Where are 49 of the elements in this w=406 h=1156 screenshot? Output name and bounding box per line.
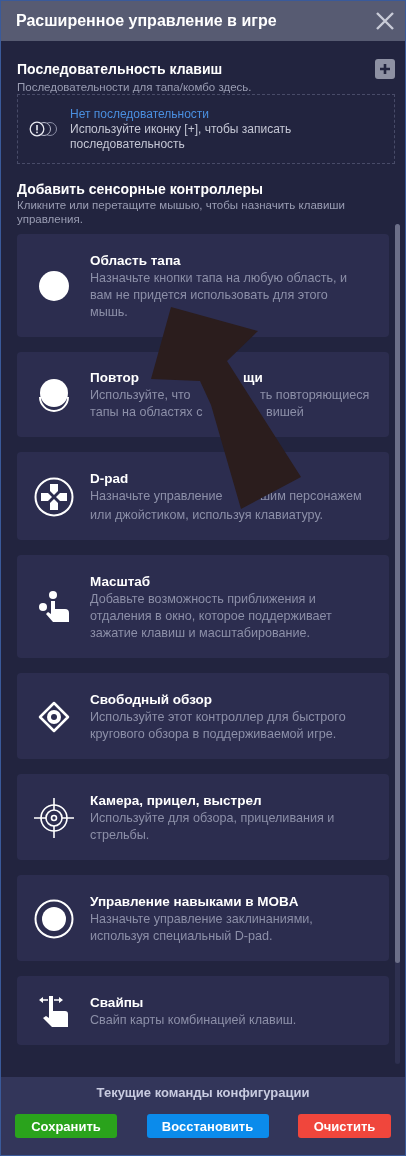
- section-subtitle: Последовательности для тапа/комбо здесь.: [17, 80, 253, 94]
- window-title: Расширенное управление в игре: [16, 12, 277, 30]
- controller-title: Повтор: [90, 369, 139, 387]
- controller-description: Добавьте возможность приближения и отдаления в окно, которое поддерживает зажатие клавиш и масштабирование.: [90, 591, 333, 642]
- controller-description: Используйте для обзора, прицеливания и стрельбы.: [90, 810, 336, 844]
- controller-card[interactable]: Управление навыками в MOBA Назначьте управление заклинаниями, используя специальный D-pad.: [17, 875, 389, 961]
- eye-icon: [37, 700, 70, 733]
- controller-title: щи: [243, 369, 263, 387]
- footer-title: Текущие команды конфигурации: [96, 1085, 310, 1100]
- controller-title: Свайпы: [90, 995, 144, 1010]
- controller-title: Управление навыками в MOBA: [90, 894, 299, 909]
- swipe-hand-icon: [37, 994, 70, 1028]
- controller-title: Свободный обзор: [90, 692, 213, 707]
- controller-title: Камера, прицел, выстрел: [90, 793, 262, 808]
- stacked-circle-icon: [38, 378, 69, 412]
- clear-button[interactable]: Очистить: [298, 1114, 391, 1138]
- dpad-icon: [33, 476, 74, 517]
- close-icon[interactable]: [375, 11, 395, 31]
- target-circle-icon: [33, 898, 74, 939]
- controller-description: Назначьте кнопки тапа на любую область, и вам не придется использовать для этого мышь.: [90, 270, 349, 321]
- controller-description: Используйте, что: [90, 387, 191, 404]
- section-title: Последовательность клавиш: [17, 61, 223, 77]
- controller-description: Назначьте управление: [90, 488, 223, 505]
- section-subtitle: Кликните или перетащите мышью, чтобы назначить клавиши управления.: [17, 198, 346, 226]
- warning-icon: [28, 121, 58, 137]
- controller-description: Используйте этот контроллер для быстрого кругового обзора в поддерживаемой игре.: [90, 709, 347, 743]
- controller-card[interactable]: Камера, прицел, выстрел Используйте для обзора, прицеливания и стрельбы.: [17, 774, 389, 860]
- controller-description: тапы на областях с: [90, 404, 203, 421]
- section-title: Добавить сенсорные контроллеры: [17, 181, 265, 197]
- circle-icon: [38, 271, 69, 301]
- scrollbar[interactable]: [395, 224, 400, 1064]
- controller-description: Свайп карты комбинацией клавиш.: [90, 1012, 298, 1029]
- controller-title: Область тапа: [90, 253, 181, 268]
- add-icon[interactable]: [375, 59, 395, 79]
- pinch-hand-icon: [36, 590, 71, 624]
- empty-state-title: Нет последовательности: [70, 106, 211, 122]
- empty-state-hint: Используйте иконку [+], чтобы записать последовательность: [70, 121, 293, 152]
- controller-title: D-pad: [90, 471, 129, 486]
- controller-description: Назначьте управление заклинаниями, используя специальный D-pad.: [90, 911, 314, 945]
- controller-description: вишей: [266, 404, 304, 421]
- restore-button[interactable]: Восстановить: [146, 1114, 269, 1138]
- crosshair-icon: [33, 797, 74, 838]
- controller-description: ть повторяющиеся: [260, 387, 370, 404]
- controller-card[interactable]: Масштаб Добавьте возможность приближения и отдаления в окно, которое поддерживает зажатие клавиш и масштабирование.: [17, 555, 389, 658]
- controller-card[interactable]: Свайпы Свайп карты комбинацией клавиш.: [17, 976, 389, 1045]
- controller-description: или джойстиком, используя клавиатуру.: [90, 508, 323, 522]
- controller-card[interactable]: Область тапа Назначьте кнопки тапа на любую область, и вам не придется использовать для этого мышь.: [17, 234, 389, 337]
- controller-card[interactable]: Свободный обзор Используйте этот контроллер для быстрого кругового обзора в поддерживаемой игре.: [17, 673, 389, 759]
- controller-title: Масштаб: [90, 574, 151, 589]
